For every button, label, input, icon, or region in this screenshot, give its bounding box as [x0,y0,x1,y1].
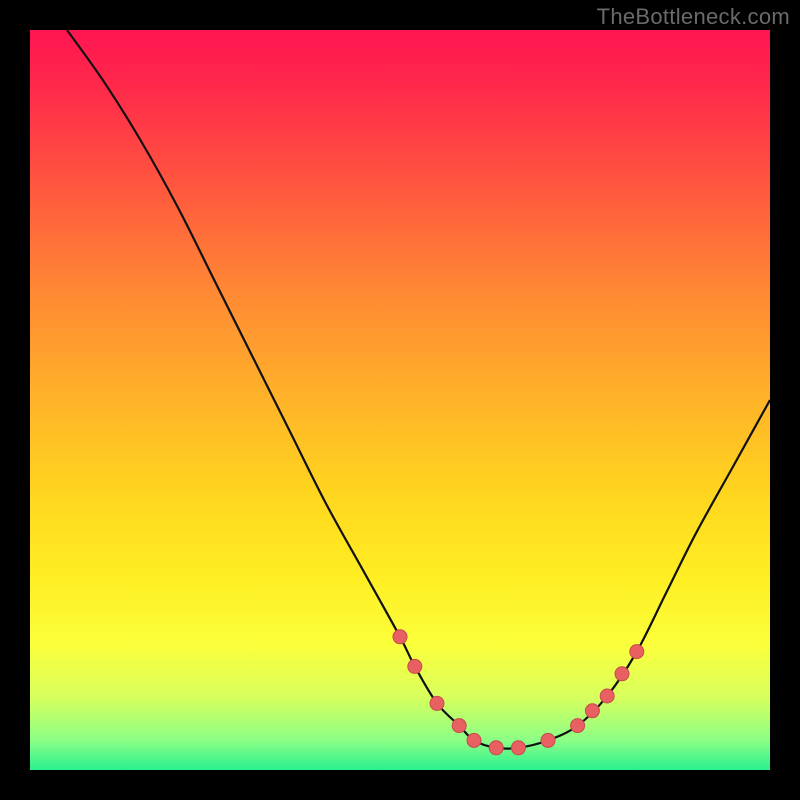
data-point [408,659,422,673]
data-point [541,733,555,747]
data-point [489,741,503,755]
data-point [393,630,407,644]
attribution-text: TheBottleneck.com [597,4,790,30]
data-point [615,667,629,681]
data-point [452,719,466,733]
bottleneck-curve [67,30,770,749]
data-point [511,741,525,755]
data-point [571,719,585,733]
data-point [585,704,599,718]
data-point [600,689,614,703]
chart-frame: TheBottleneck.com [0,0,800,800]
data-point [630,645,644,659]
plot-area [30,30,770,770]
data-point [430,696,444,710]
chart-svg [30,30,770,770]
data-point [467,733,481,747]
